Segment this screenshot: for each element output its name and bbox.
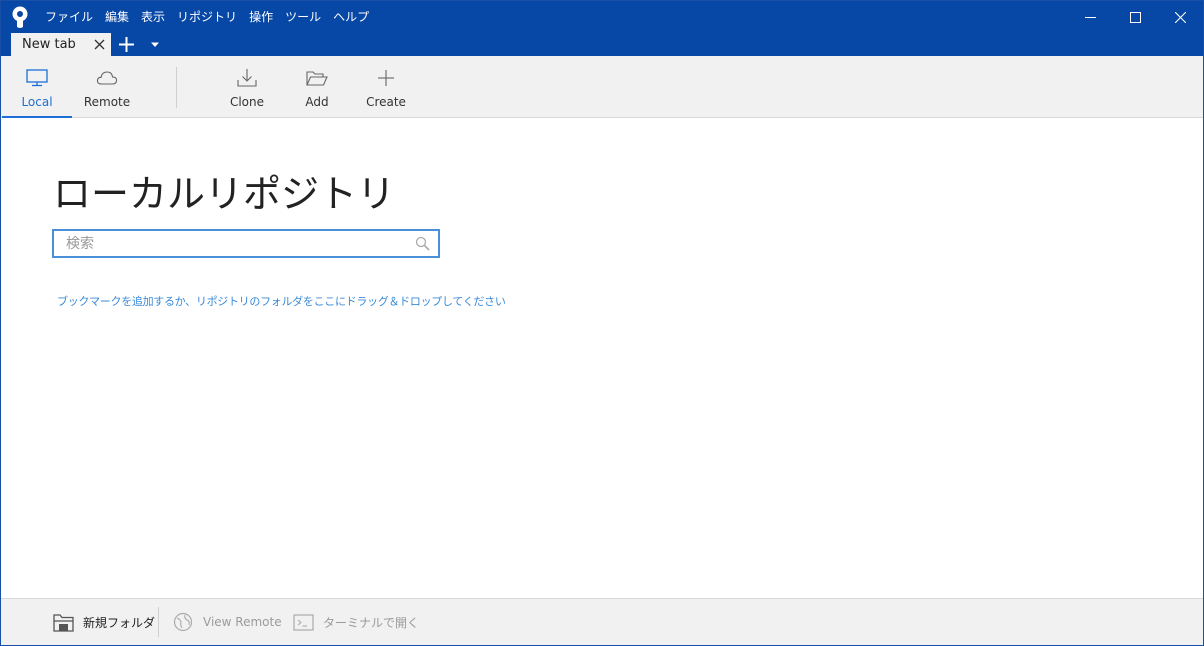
plus-icon <box>378 70 394 86</box>
menu-tools[interactable]: ツール <box>279 1 327 33</box>
minimize-button[interactable] <box>1068 1 1113 33</box>
maximize-icon <box>1130 11 1141 23</box>
footer-separator <box>158 607 159 637</box>
menu-actions[interactable]: 操作 <box>243 1 279 33</box>
drop-hint-link: ブックマークを追加するか、リポジトリのフォルダをここにドラッグ＆ドロップしてくだ… <box>57 295 506 308</box>
menu-file[interactable]: ファイル <box>43 1 99 33</box>
menu-help[interactable]: ヘルプ <box>327 1 375 33</box>
sourcetree-logo-icon[interactable] <box>10 5 30 29</box>
close-icon <box>1175 11 1186 23</box>
new-folder-icon <box>52 613 74 632</box>
tab-dropdown-icon[interactable] <box>150 41 160 49</box>
create-label: Create <box>366 95 406 109</box>
add-label: Add <box>305 95 329 109</box>
menu-repository[interactable]: リポジトリ <box>171 1 243 33</box>
menu-edit[interactable]: 編集 <box>99 1 135 33</box>
open-terminal-label: ターミナルで開く <box>323 615 420 630</box>
new-folder-button[interactable]: 新規フォルダ <box>52 599 155 645</box>
window-controls <box>1068 1 1203 33</box>
view-remote-label: View Remote <box>203 615 282 629</box>
remote-label: Remote <box>83 95 131 109</box>
search-input[interactable] <box>54 231 404 256</box>
menu-view[interactable]: 表示 <box>135 1 171 33</box>
add-button[interactable]: Add <box>282 56 352 117</box>
clone-label: Clone <box>229 95 265 109</box>
folder-open-icon <box>306 70 328 86</box>
tab-label: New tab <box>22 37 76 52</box>
view-remote-button[interactable]: View Remote <box>172 599 282 645</box>
search-icon <box>415 236 430 251</box>
tab-new-tab[interactable]: New tab <box>11 33 111 56</box>
globe-icon <box>173 612 193 632</box>
tab-strip: New tab <box>1 33 1203 56</box>
footer-bar: 新規フォルダ View Remote ターミナルで開く <box>1 598 1203 645</box>
cloud-icon <box>96 71 118 85</box>
remote-tab-button[interactable]: Remote <box>72 56 142 117</box>
local-label: Local <box>21 95 53 109</box>
open-terminal-button[interactable]: ターミナルで開く <box>292 599 419 645</box>
menu-bar: ファイル 編集 表示 リポジトリ 操作 ツール ヘルプ <box>43 1 375 33</box>
close-button[interactable] <box>1158 1 1203 33</box>
new-folder-label: 新規フォルダ <box>83 615 156 630</box>
page-title: ローカルリポジトリ <box>53 172 396 216</box>
search-box[interactable] <box>52 229 440 258</box>
app-window: ファイル 編集 表示 リポジトリ 操作 ツール ヘルプ New tab Loca… <box>0 0 1204 646</box>
toolbar-separator <box>176 67 177 108</box>
title-bar: ファイル 編集 表示 リポジトリ 操作 ツール ヘルプ <box>1 1 1203 33</box>
terminal-icon <box>292 613 314 631</box>
toolbar: Local Remote Clone Add Create <box>1 56 1203 118</box>
monitor-icon <box>26 69 48 87</box>
create-button[interactable]: Create <box>351 56 421 117</box>
add-tab-icon[interactable] <box>117 35 136 54</box>
tab-close-icon[interactable] <box>94 39 105 50</box>
minimize-icon <box>1085 16 1096 18</box>
download-icon <box>237 69 257 87</box>
maximize-button[interactable] <box>1113 1 1158 33</box>
clone-button[interactable]: Clone <box>212 56 282 117</box>
local-tab-button[interactable]: Local <box>2 56 72 118</box>
